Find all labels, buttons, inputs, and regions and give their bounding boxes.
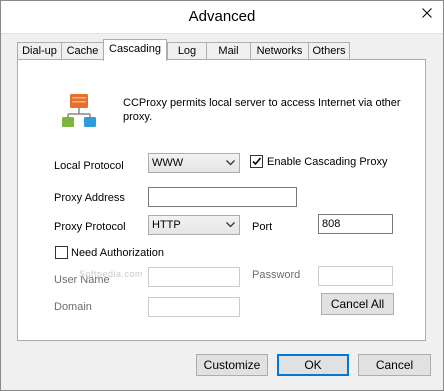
close-button[interactable] (412, 2, 442, 23)
chevron-down-icon (226, 222, 235, 228)
password-label: Password (252, 269, 301, 281)
local-protocol-select[interactable]: WWW (148, 153, 240, 173)
checkmark-icon (252, 157, 262, 166)
port-input[interactable]: 808 (318, 214, 393, 234)
cancel-button[interactable]: Cancel (358, 354, 431, 376)
advanced-dialog: Advanced Dial-up Cache Cascading Log Mai… (0, 0, 444, 391)
tab-dial-up[interactable]: Dial-up (17, 42, 62, 59)
proxy-protocol-label: Proxy Protocol (54, 221, 126, 233)
tab-mail[interactable]: Mail (206, 42, 251, 59)
tab-cache[interactable]: Cache (61, 42, 104, 59)
customize-button[interactable]: Customize (196, 354, 268, 376)
window-title: Advanced (188, 8, 256, 25)
proxy-address-input[interactable] (148, 187, 297, 207)
cascading-description: CCProxy permits local server to access I… (123, 97, 401, 123)
enable-cascading-checkbox[interactable] (250, 155, 263, 168)
tab-networks[interactable]: Networks (250, 42, 309, 59)
tab-log[interactable]: Log (167, 42, 207, 59)
need-authorization-checkbox[interactable] (55, 246, 68, 259)
password-input[interactable] (318, 266, 393, 286)
local-protocol-value: WWW (152, 157, 184, 169)
proxy-protocol-value: HTTP (152, 219, 181, 231)
tab-others[interactable]: Others (308, 42, 350, 59)
close-icon (422, 7, 432, 18)
domain-input[interactable] (148, 297, 240, 317)
title-bar[interactable]: Advanced (1, 1, 443, 34)
cancel-all-button[interactable]: Cancel All (321, 293, 394, 315)
watermark: Softpedia.com (79, 269, 144, 279)
tab-cascading[interactable]: Cascading (103, 39, 167, 61)
ok-button[interactable]: OK (277, 354, 349, 376)
user-name-input[interactable] (148, 267, 240, 287)
chevron-down-icon (226, 160, 235, 166)
port-label: Port (252, 221, 273, 233)
need-authorization-label[interactable]: Need Authorization (71, 247, 164, 259)
port-value: 808 (322, 218, 341, 230)
domain-label: Domain (54, 301, 92, 313)
enable-cascading-label[interactable]: Enable Cascading Proxy (267, 156, 387, 168)
proxy-address-label: Proxy Address (54, 192, 125, 204)
local-protocol-label: Local Protocol (54, 160, 124, 172)
proxy-protocol-select[interactable]: HTTP (148, 215, 240, 235)
network-proxy-icon (62, 94, 96, 127)
